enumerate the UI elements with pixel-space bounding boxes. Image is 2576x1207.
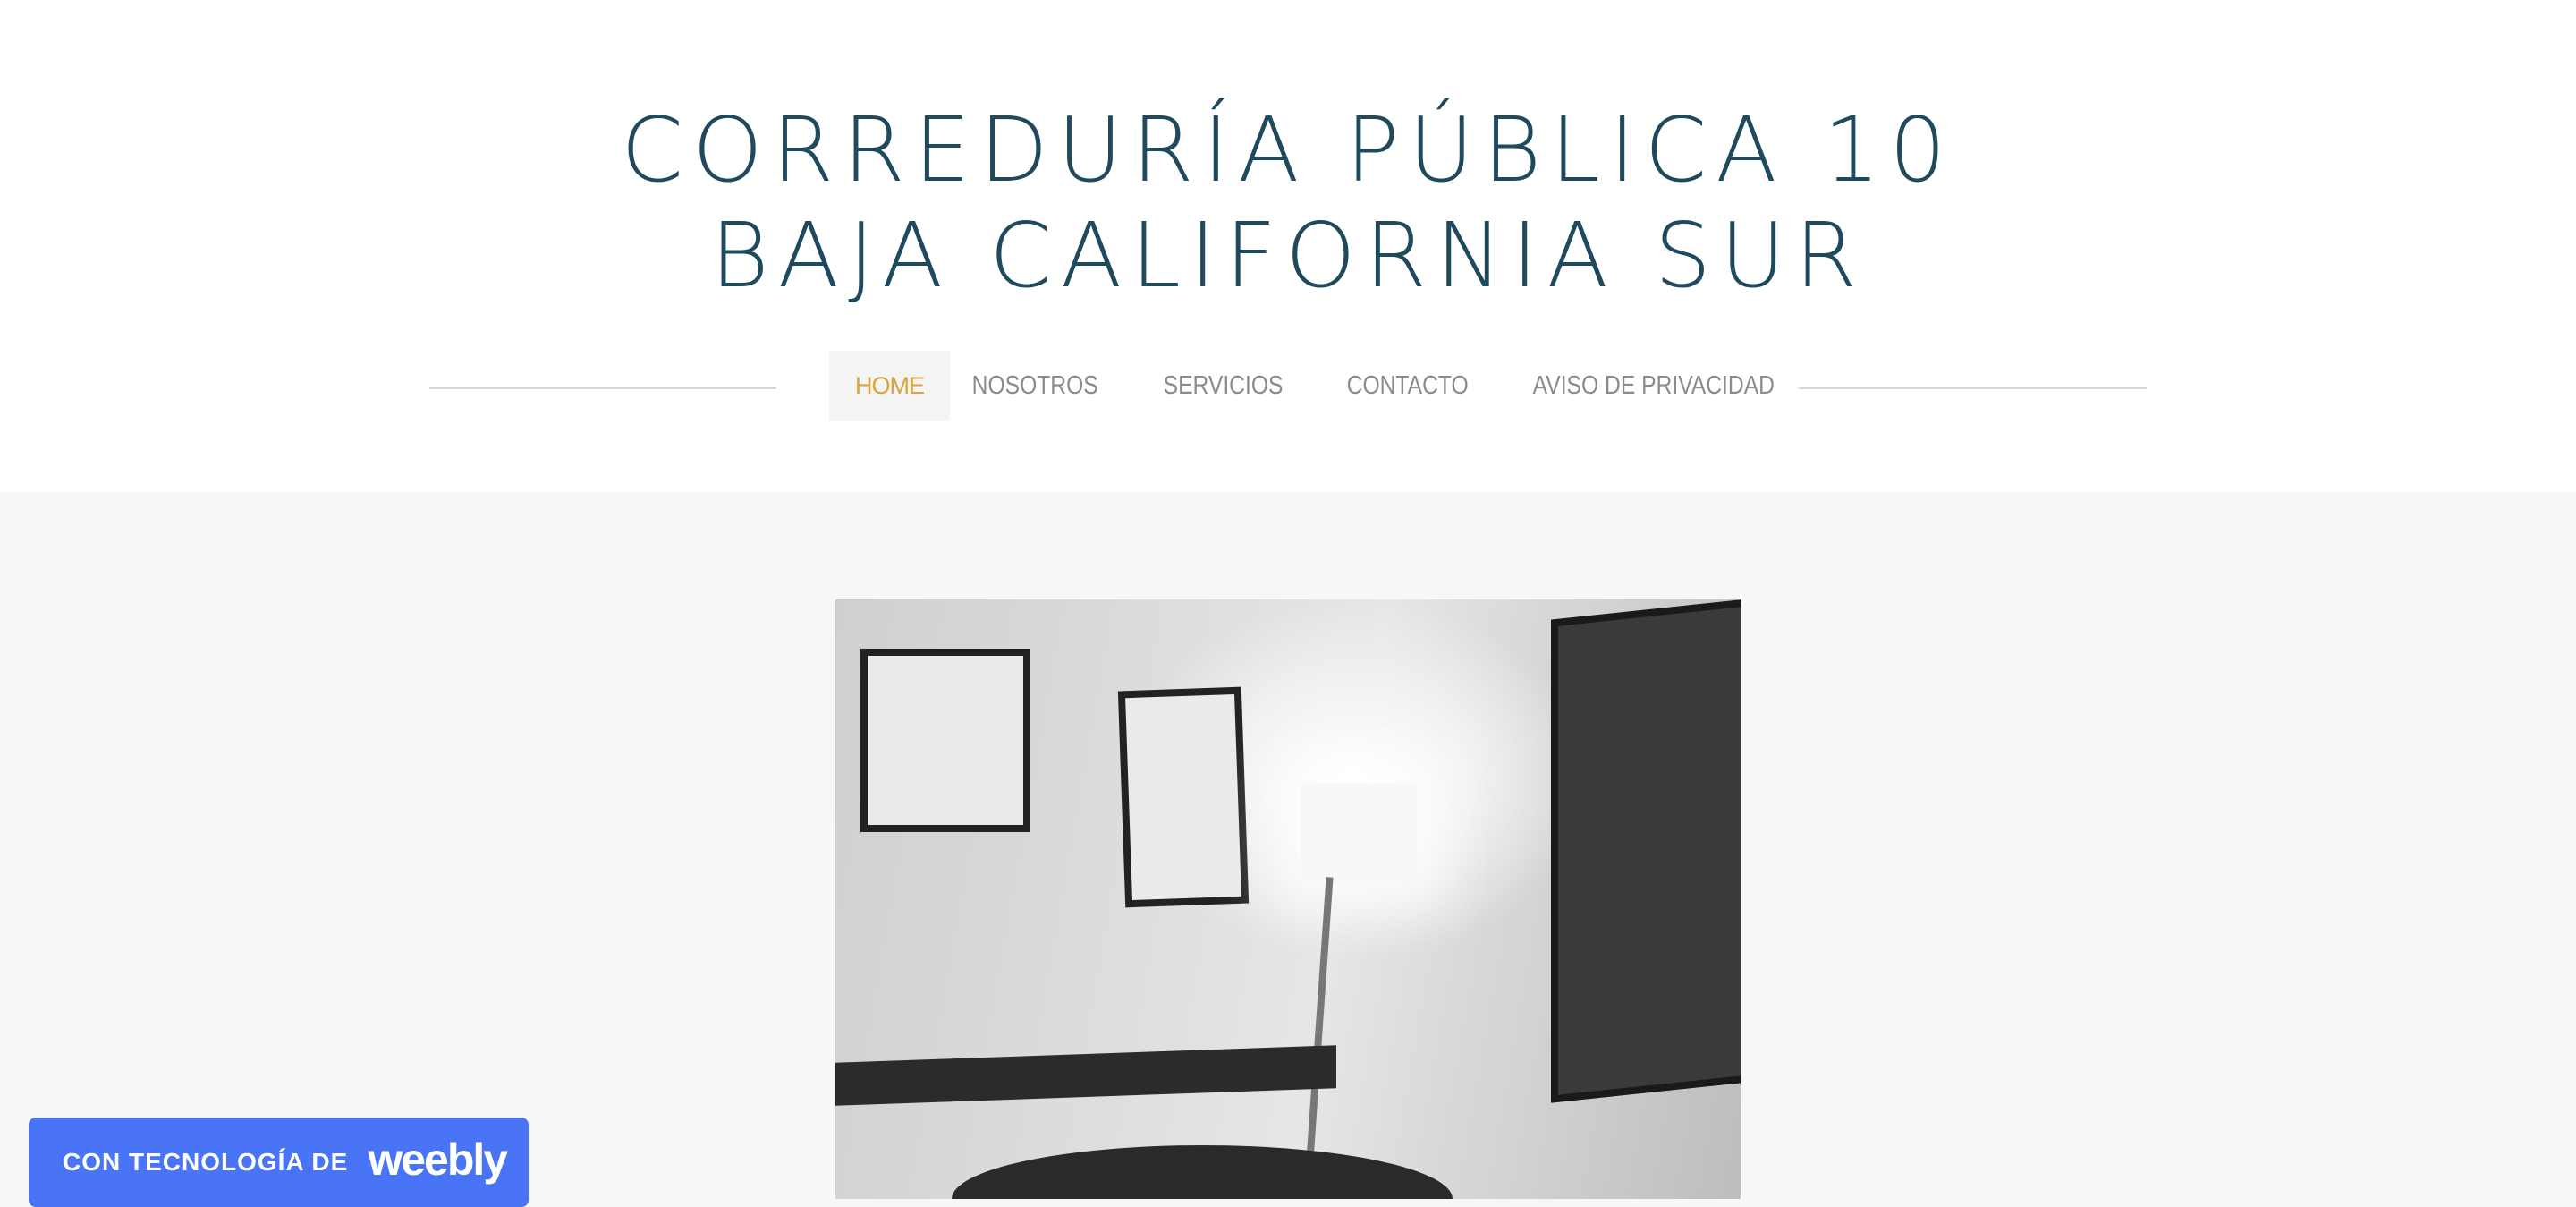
- site-header: CORREDURÍA PÚBLICA 10 BAJA CALIFORNIA SU…: [0, 0, 2576, 492]
- nav-home[interactable]: HOME: [829, 351, 950, 421]
- weebly-badge[interactable]: CON TECNOLOGÍA DE weebly: [29, 1118, 529, 1207]
- framed-painting: [1551, 599, 1741, 1103]
- meeting-table: [952, 1145, 1453, 1199]
- weebly-logo: weebly: [368, 1135, 508, 1185]
- badge-text: CON TECNOLOGÍA DE: [63, 1148, 349, 1176]
- nav-servicios[interactable]: SERVICIOS: [1141, 351, 1305, 421]
- site-title-line1[interactable]: CORREDURÍA PÚBLICA 10: [0, 106, 2576, 195]
- lamp-shade: [1301, 783, 1417, 881]
- site-title-line2[interactable]: BAJA CALIFORNIA SUR: [0, 211, 2576, 301]
- nav-nosotros[interactable]: NOSOTROS: [950, 351, 1120, 421]
- office-photo: [835, 599, 1741, 1199]
- framed-certificate: [860, 649, 1030, 832]
- main-nav: HOME NOSOTROS SERVICIOS CONTACTO AVISO D…: [829, 351, 1838, 421]
- framed-certificate: [1117, 686, 1250, 908]
- nav-divider-right: [1799, 387, 2147, 389]
- nav-divider-left: [429, 387, 776, 389]
- nav-aviso-de-privacidad[interactable]: AVISO DE PRIVACIDAD: [1511, 351, 1797, 421]
- wall-rail: [835, 1045, 1336, 1106]
- nav-contacto[interactable]: CONTACTO: [1325, 351, 1490, 421]
